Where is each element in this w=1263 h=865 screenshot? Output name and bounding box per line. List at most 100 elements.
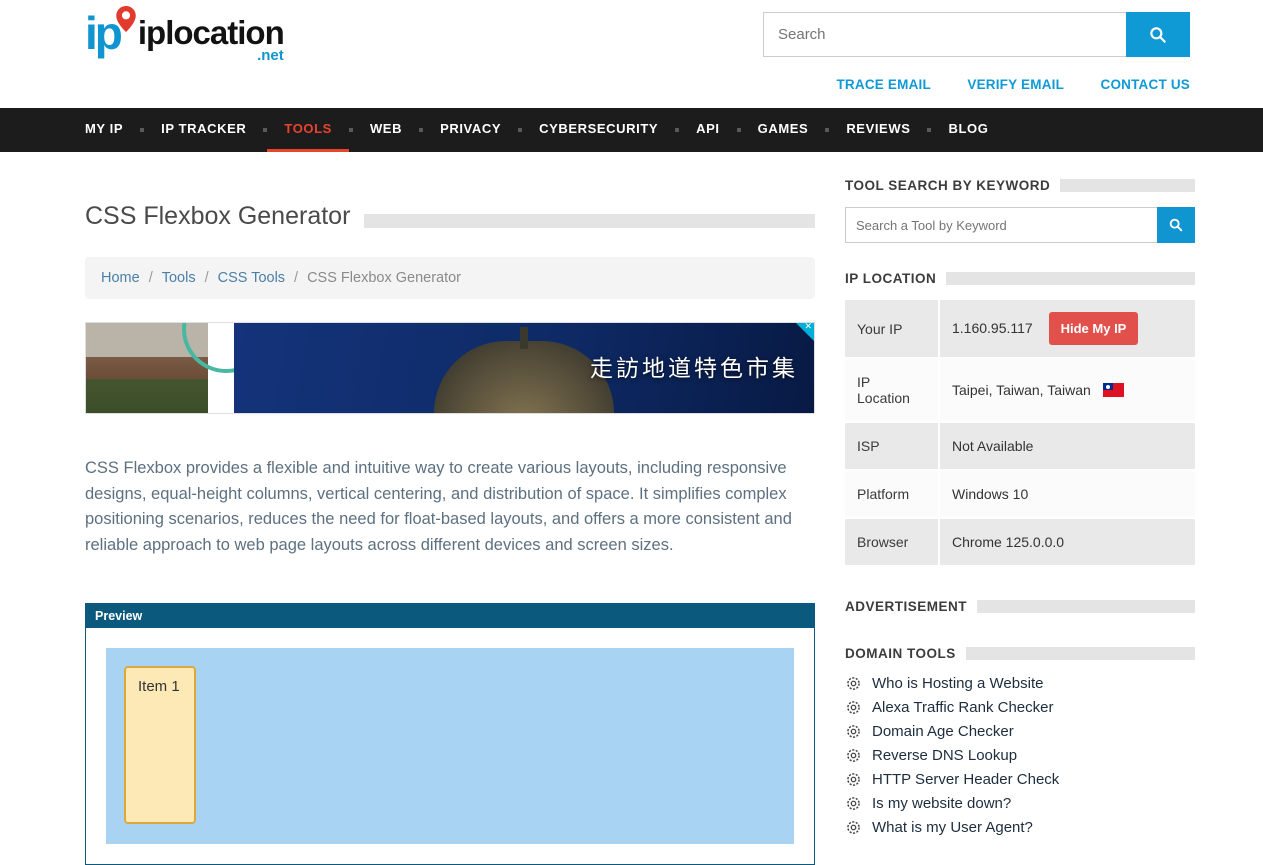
breadcrumb-separator: / [205, 270, 209, 286]
row-value-cell: 1.160.95.117 Hide My IP [939, 300, 1195, 358]
site-search-input[interactable] [763, 12, 1126, 57]
ip-location-value: Taipei, Taiwan, Taiwan [952, 382, 1091, 398]
isp-value: Not Available [939, 422, 1195, 470]
breadcrumb-separator: / [294, 270, 298, 286]
logo-ip-glyph: ip [85, 10, 120, 56]
breadcrumb-separator: / [149, 270, 153, 286]
row-label: ISP [845, 422, 939, 470]
tool-search-heading-row: TOOL SEARCH BY KEYWORD [845, 178, 1195, 193]
hide-my-ip-button[interactable]: Hide My IP [1049, 312, 1139, 345]
page-title: CSS Flexbox Generator [85, 202, 350, 231]
tool-description: CSS Flexbox provides a flexible and intu… [85, 456, 815, 559]
domain-tools-heading-row: DOMAIN TOOLS [845, 646, 1195, 661]
domain-tool-link[interactable]: Domain Age Checker [872, 723, 1014, 740]
ad-dome-graphic [434, 341, 614, 413]
ad-spire-graphic [520, 327, 528, 349]
domain-tool-link[interactable]: Is my website down? [872, 795, 1011, 812]
contact-us-link[interactable]: CONTACT US [1101, 77, 1191, 92]
row-label: IP Location [845, 358, 939, 422]
domain-tool-link[interactable]: Alexa Traffic Rank Checker [872, 699, 1053, 716]
sidebar: TOOL SEARCH BY KEYWORD IP LOCATION Your … [845, 178, 1195, 865]
flexbox-preview-container: Item 1 [106, 648, 794, 844]
nav-item-cybersecurity[interactable]: CYBERSECURITY [522, 108, 675, 152]
nav-item-privacy[interactable]: PRIVACY [423, 108, 518, 152]
site-header: ip iplocation .net TRACE EMAIL VERIFY EM… [0, 0, 1263, 108]
header-links: TRACE EMAIL VERIFY EMAIL CONTACT US [804, 76, 1190, 94]
breadcrumb-home[interactable]: Home [101, 270, 140, 286]
gear-icon [845, 675, 862, 692]
nav-item-tools[interactable]: TOOLS [267, 108, 349, 152]
row-label: Your IP [845, 300, 939, 358]
table-row: Platform Windows 10 [845, 470, 1195, 518]
browser-value: Chrome 125.0.0.0 [939, 518, 1195, 566]
advertisement-heading-row: ADVERTISEMENT [845, 599, 1195, 614]
search-icon [1148, 25, 1168, 45]
search-icon [1168, 217, 1184, 233]
title-decorative-bar [364, 214, 815, 228]
tool-search [845, 207, 1195, 243]
site-search-button[interactable] [1126, 12, 1190, 57]
page-content: CSS Flexbox Generator Home / Tools / CSS Too… [85, 178, 1195, 865]
nav-item-blog[interactable]: BLOG [931, 108, 1005, 152]
nav-item-my-ip[interactable]: MY IP [85, 108, 140, 152]
list-item: Is my website down? [845, 795, 1195, 812]
title-row: CSS Flexbox Generator [85, 202, 815, 231]
nav-item-games[interactable]: GAMES [741, 108, 826, 152]
row-value-cell: Taipei, Taiwan, Taiwan [939, 358, 1195, 422]
tool-search-heading: TOOL SEARCH BY KEYWORD [845, 178, 1050, 193]
ip-location-heading-row: IP LOCATION [845, 271, 1195, 286]
table-row: ISP Not Available [845, 422, 1195, 470]
verify-email-link[interactable]: VERIFY EMAIL [967, 77, 1064, 92]
preview-panel-header: Preview [86, 604, 814, 628]
table-row: IP Location Taipei, Taiwan, Taiwan [845, 358, 1195, 422]
header-search [763, 12, 1190, 57]
ad-banner[interactable]: 走訪地道特色市集 ✕ [85, 322, 815, 414]
nav-item-api[interactable]: API [679, 108, 736, 152]
ip-location-heading: IP LOCATION [845, 271, 936, 286]
gear-icon [845, 699, 862, 716]
tool-search-button[interactable] [1157, 207, 1195, 243]
heading-bar [966, 647, 1195, 660]
domain-tool-link[interactable]: Reverse DNS Lookup [872, 747, 1017, 764]
gear-icon [845, 819, 862, 836]
nav-item-reviews[interactable]: REVIEWS [829, 108, 927, 152]
flexbox-preview-item[interactable]: Item 1 [124, 666, 196, 824]
nav-item-ip-tracker[interactable]: IP TRACKER [144, 108, 263, 152]
trace-email-link[interactable]: TRACE EMAIL [836, 77, 930, 92]
breadcrumb-current: CSS Flexbox Generator [307, 270, 461, 286]
logo-name: iplocation [138, 16, 284, 49]
heading-bar [946, 272, 1195, 285]
site-logo[interactable]: ip iplocation .net [85, 10, 284, 64]
domain-tool-link[interactable]: What is my User Agent? [872, 819, 1033, 836]
ip-location-table: Your IP 1.160.95.117 Hide My IP IP Locat… [845, 300, 1195, 567]
main-nav-inner: MY IP IP TRACKER TOOLS WEB PRIVACY CYBER… [85, 108, 1263, 152]
nav-item-web[interactable]: WEB [353, 108, 419, 152]
domain-tools-list: Who is Hosting a Website Alexa Traffic R… [845, 675, 1195, 836]
domain-tools-heading: DOMAIN TOOLS [845, 646, 956, 661]
list-item: What is my User Agent? [845, 819, 1195, 836]
your-ip-value: 1.160.95.117 [952, 320, 1033, 336]
list-item: HTTP Server Header Check [845, 771, 1195, 788]
breadcrumb-css-tools[interactable]: CSS Tools [218, 270, 285, 286]
list-item: Alexa Traffic Rank Checker [845, 699, 1195, 716]
location-pin-icon [116, 6, 136, 37]
heading-bar [977, 600, 1195, 613]
row-label: Platform [845, 470, 939, 518]
tool-search-input[interactable] [845, 207, 1157, 243]
heading-bar [1060, 179, 1195, 192]
ad-caption: 走訪地道特色市集 [590, 349, 798, 383]
table-row: Browser Chrome 125.0.0.0 [845, 518, 1195, 566]
main-nav: MY IP IP TRACKER TOOLS WEB PRIVACY CYBER… [0, 108, 1263, 152]
logo-text: iplocation .net [138, 16, 284, 64]
gear-icon [845, 795, 862, 812]
advertisement-heading: ADVERTISEMENT [845, 599, 967, 614]
main-column: CSS Flexbox Generator Home / Tools / CSS Too… [85, 178, 815, 865]
breadcrumb-tools[interactable]: Tools [162, 270, 196, 286]
list-item: Who is Hosting a Website [845, 675, 1195, 692]
gear-icon [845, 723, 862, 740]
ad-close-icon[interactable]: ✕ [804, 322, 812, 331]
list-item: Domain Age Checker [845, 723, 1195, 740]
domain-tool-link[interactable]: Who is Hosting a Website [872, 675, 1043, 692]
taiwan-flag-icon [1103, 383, 1124, 397]
domain-tool-link[interactable]: HTTP Server Header Check [872, 771, 1059, 788]
